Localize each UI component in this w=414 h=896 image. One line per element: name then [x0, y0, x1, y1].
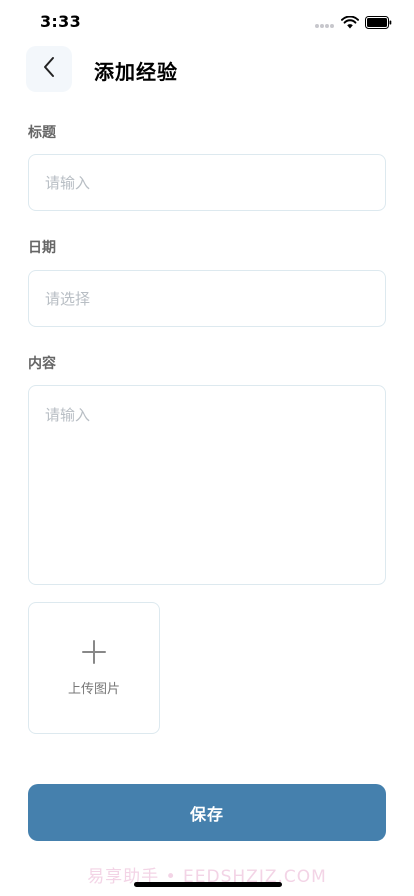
home-indicator — [134, 882, 282, 887]
upload-image-button[interactable]: 上传图片 — [28, 602, 160, 734]
date-label: 日期 — [28, 240, 56, 256]
chevron-left-icon — [42, 55, 56, 83]
content-label: 内容 — [28, 356, 56, 372]
signal-icon — [315, 14, 335, 33]
battery-icon — [365, 14, 392, 33]
date-picker[interactable]: 请选择 — [29, 271, 385, 326]
status-icons — [315, 14, 392, 33]
content-field — [28, 385, 386, 585]
title-label: 标题 — [28, 125, 56, 141]
plus-icon — [82, 639, 106, 668]
upload-label: 上传图片 — [67, 681, 120, 697]
page-title: 添加经验 — [94, 60, 178, 84]
back-button[interactable] — [26, 46, 72, 92]
content-textarea[interactable] — [29, 386, 385, 584]
save-button[interactable]: 保存 — [28, 784, 386, 841]
date-field: 请选择 — [28, 270, 386, 327]
wifi-icon — [341, 14, 359, 33]
status-bar: 3:33 — [0, 0, 414, 44]
title-input[interactable] — [29, 155, 385, 210]
title-field — [28, 154, 386, 211]
status-time: 3:33 — [40, 12, 81, 31]
